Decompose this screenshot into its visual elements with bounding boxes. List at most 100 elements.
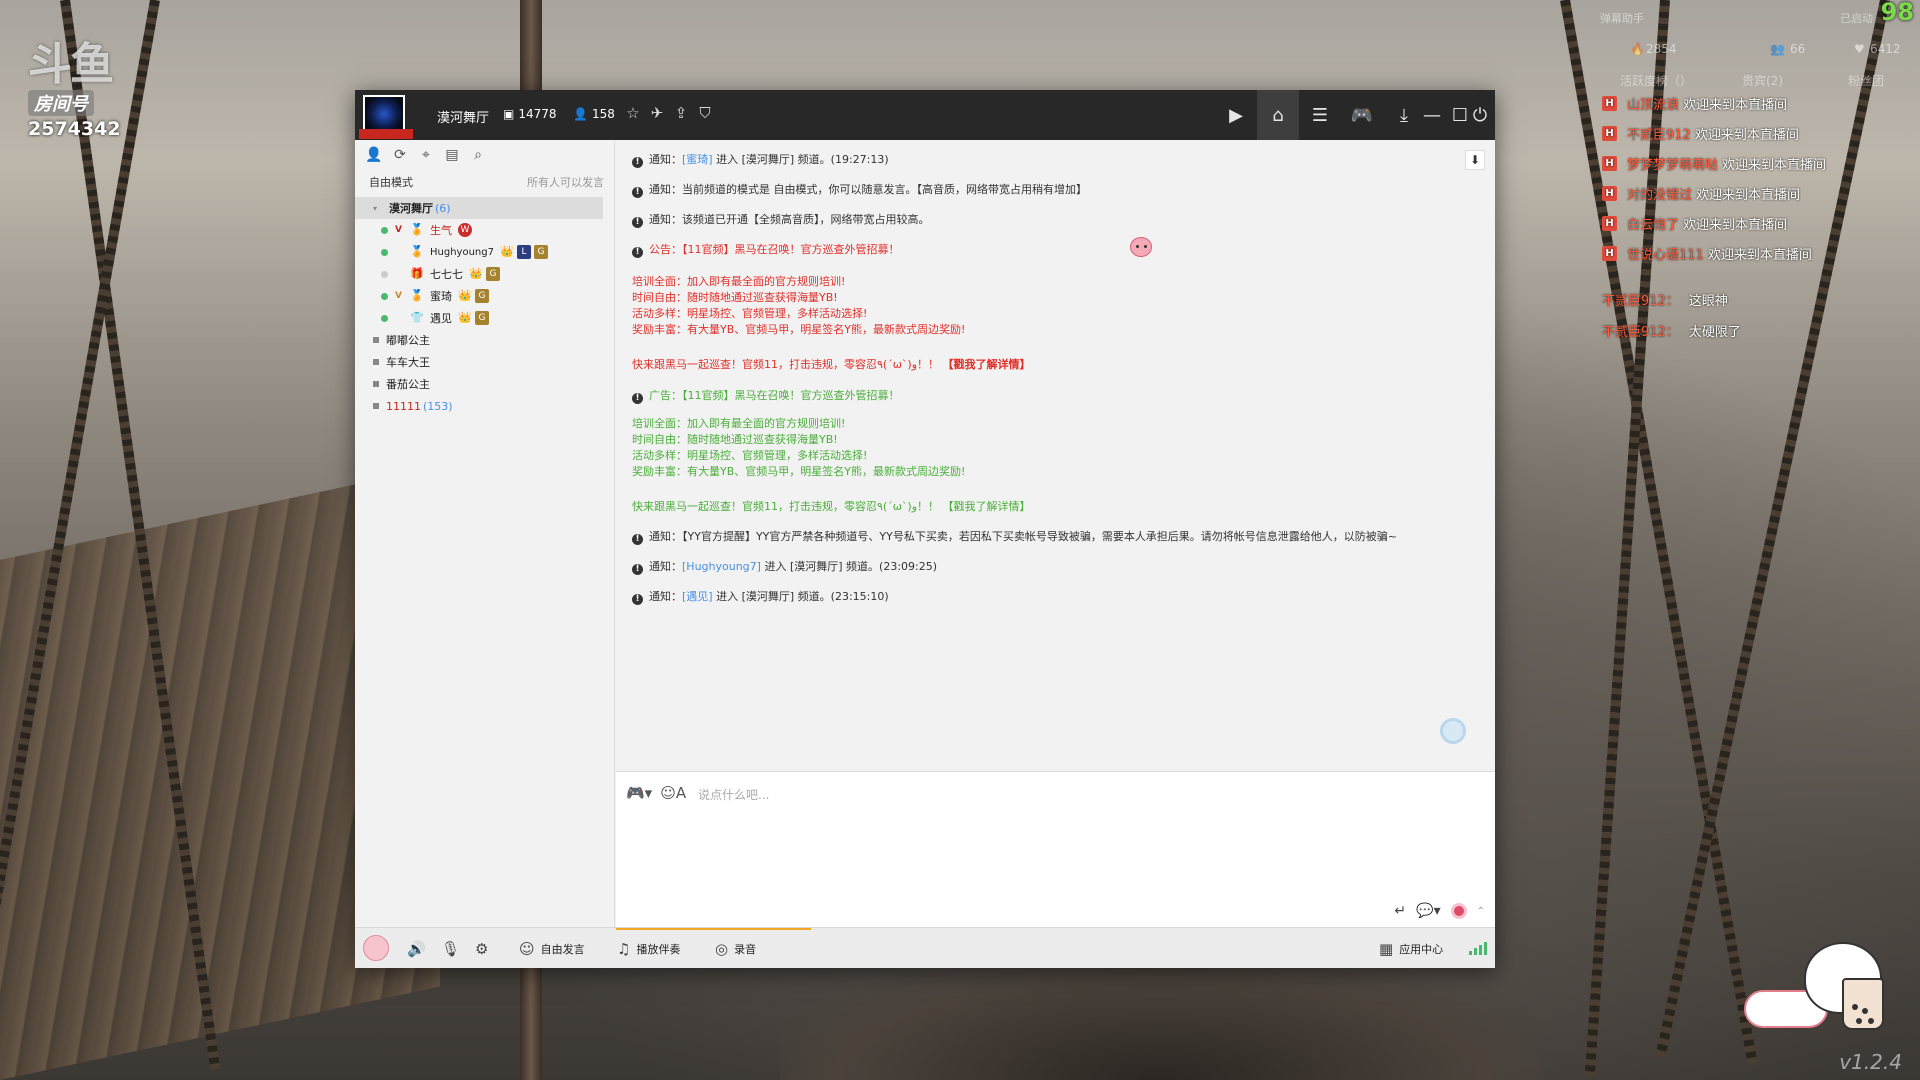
message-label: 通知： (649, 213, 682, 226)
shirt-icon: 👕 (410, 311, 424, 324)
wealth-badge-icon: W (458, 223, 472, 237)
speaker-button[interactable]: 🔊 (407, 940, 426, 958)
message-row: ! 通知：【YY官方提醒】YY官方严禁各种频道号、YY号私下买卖，若因私下买卖帐号… (632, 528, 1397, 545)
notes-icon[interactable]: ▤ (443, 146, 461, 164)
channel-item[interactable]: 嘟嘟公主 (355, 329, 603, 351)
record-button[interactable]: ◎ 录音 (715, 940, 756, 958)
welcome-item: H 山顶流浪 欢迎来到本直播间 (1602, 88, 1826, 118)
play-music-button[interactable]: ♫ 播放伴奏 (617, 940, 680, 958)
vip-tag: V (395, 291, 402, 301)
details-link[interactable]: 【戳我了解详情】 (943, 358, 1031, 371)
info-icon: ! (632, 594, 643, 605)
channel-item-label: 番茄公主 (386, 378, 430, 391)
channel-item-label: 车车大王 (386, 356, 430, 369)
message-input[interactable]: 说点什么吧... (698, 786, 769, 803)
scroll-to-bottom-button[interactable]: ⬇ (1465, 150, 1485, 170)
danmaku-user: 不贰臣912： (1602, 325, 1679, 340)
user-link[interactable]: [蜜琦] (682, 153, 713, 166)
message-input-area[interactable]: 🎮▾ ☺A 说点什么吧... ↵ 💬▾ ⌃ (616, 771, 1495, 927)
chat-bubble-icon[interactable]: 💬▾ (1416, 903, 1440, 919)
online-dot-icon (381, 226, 388, 234)
member-row[interactable]: 🏅 Hughyoung7 👑 L G (355, 241, 603, 263)
search-icon[interactable]: ⌕ (469, 146, 487, 164)
channel-bullet-icon (373, 381, 379, 387)
version-label: v1.2.4 (1839, 1050, 1902, 1074)
welcome-item: H 不贰臣912 欢迎来到本直播间 (1602, 118, 1826, 148)
share-icon[interactable]: ⇪ (671, 103, 691, 123)
grid-icon: ▦ (1379, 940, 1394, 958)
my-avatar[interactable] (363, 935, 389, 961)
member-name: 七七七 (430, 268, 463, 281)
crown-icon: 👑 (458, 289, 472, 302)
collapse-arrow-icon[interactable]: ▾ (373, 204, 383, 213)
channel-item[interactable]: 车车大王 (355, 351, 603, 373)
gamepad-icon[interactable]: 🎮▾ (626, 784, 652, 802)
message-label: 公告： (649, 243, 682, 256)
member-icon[interactable]: 👤 (365, 146, 383, 164)
heart-icon: ♥ (1854, 42, 1865, 56)
welcome-text: 欢迎来到本直播间 (1707, 247, 1812, 263)
chevron-up-icon[interactable]: ⌃ (1477, 906, 1485, 917)
danmaku-item: 不贰臣912： 太硬限了 (1602, 315, 1741, 346)
channel-item[interactable]: 11111 (153) (355, 395, 603, 417)
logo-mark: 斗鱼 (28, 39, 114, 90)
member-row[interactable]: V 🏅 蜜琦 👑 G (355, 285, 603, 307)
star-icon[interactable]: ☆ (623, 103, 643, 123)
microphone-button[interactable]: 🎙 (441, 940, 460, 958)
shield-icon[interactable]: ⛉ (695, 103, 715, 123)
member-row[interactable]: V 🏅 生气 W (355, 219, 603, 241)
crown-icon: 👑 (469, 267, 483, 280)
online-dot-icon (381, 248, 388, 256)
welcome-user: 山顶流浪 (1627, 97, 1680, 113)
title-bar[interactable]: 漠河舞厅 ▣ 14778 👤 158 ☆ ✈ ⇪ ⛉ ▶ ⌂ ☰ 🎮 ⤓ — ☐ ⏻ (355, 90, 1495, 140)
mode-label: 自由模式 (369, 176, 413, 189)
level-badge-icon: L (516, 245, 531, 259)
refresh-icon[interactable]: ⟳ (391, 146, 409, 164)
mixer-button[interactable]: ⚙ (475, 940, 488, 958)
overlay-top-right-label: 已启动 (1840, 12, 1873, 25)
guard-badge-icon: G (475, 289, 489, 303)
member-row[interactable]: 👕 遇见 👑 G (355, 307, 603, 329)
level-badge-icon: H (1602, 155, 1617, 171)
details-link[interactable]: 【戳我了解详情】 (943, 500, 1031, 513)
chat-message-area[interactable]: ⬇ ! 通知：[蜜琦] 进入 [漠河舞厅] 频道。(19:27:13) ! 通知：当… (616, 140, 1495, 771)
level-badge-icon: H (1602, 185, 1617, 201)
info-icon: ! (632, 157, 643, 168)
welcome-text: 欢迎来到本直播间 (1683, 97, 1788, 113)
list-icon[interactable]: ☰ (1299, 90, 1341, 140)
channel-avatar[interactable] (359, 95, 413, 139)
welcome-text: 欢迎来到本直播间 (1722, 157, 1827, 173)
channel-bullet-icon (373, 337, 379, 343)
channel-tree: ▾ 漠河舞厅 (6) V 🏅 生气 W 🏅 Hughyoung7 👑 L G 🎁… (355, 197, 603, 417)
message-label: 通知： (649, 183, 682, 196)
plane-icon[interactable]: ✈ (647, 103, 667, 123)
channel-item[interactable]: 番茄公主 (355, 373, 603, 395)
crown-icon: 👑 (458, 311, 472, 324)
member-row[interactable]: 🎁 七七七 👑 G (355, 263, 603, 285)
app-center-button[interactable]: ▦ 应用中心 (1379, 940, 1443, 958)
overlay-big-number: 98 (1880, 0, 1914, 26)
online-dot-icon (381, 314, 388, 322)
channel-name: 漠河舞厅 (437, 111, 490, 126)
location-icon[interactable]: ⌖ (417, 146, 435, 164)
room-label: 房间号 (28, 90, 94, 116)
channel-bullet-icon (373, 403, 379, 409)
gamepad-icon[interactable]: 🎮 (1341, 90, 1383, 140)
flower-gift-icon[interactable] (1450, 903, 1467, 919)
user-link[interactable]: [遇见] (682, 590, 713, 603)
power-icon[interactable]: ⏻ (1465, 90, 1495, 140)
bottom-toolbar: 🔊 🎙 ⚙ ☺ 自由发言 ♫ 播放伴奏 ◎ 录音 ▦ 应用中心 (355, 927, 1495, 968)
home-icon[interactable]: ⌂ (1257, 90, 1299, 140)
mascot-sticker (1742, 930, 1902, 1040)
welcome-user: 世说心语111 (1627, 247, 1704, 263)
video-icon[interactable]: ▶ (1215, 90, 1257, 140)
channel-item-label: 嘟嘟公主 (386, 334, 430, 347)
message-row-ad: 快来跟黑马一起巡查！官频11，打击违规，零容忍٩(ˊωˋ)و！！ 【戳我了解详情… (632, 498, 1031, 514)
free-speak-button[interactable]: ☺ 自由发言 (519, 940, 585, 958)
vip-tag: V (395, 225, 402, 235)
user-link[interactable]: [Hughyoung7] (682, 560, 761, 573)
channel-item-main[interactable]: ▾ 漠河舞厅 (6) (355, 197, 603, 219)
id-icon: ▣ (503, 107, 515, 121)
sticker-icon[interactable]: ☺A (660, 784, 686, 802)
enter-icon[interactable]: ↵ (1394, 903, 1406, 919)
